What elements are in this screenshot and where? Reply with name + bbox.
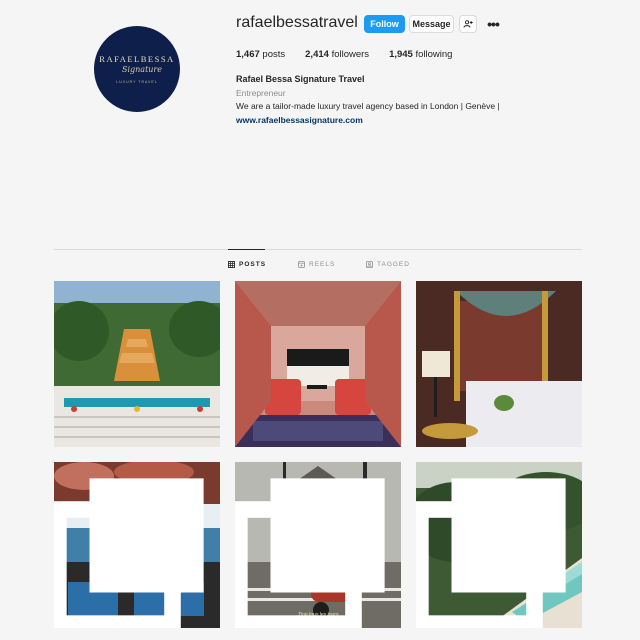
more-options-icon[interactable]: ••• — [484, 15, 502, 33]
profile-avatar[interactable]: RAFAELBESSA Signature LUXURY TRAVEL — [94, 26, 180, 112]
posts-count: 1,467 — [236, 49, 260, 60]
reels-icon — [298, 261, 305, 268]
profile-tabs: POSTS REELS TAGGED — [0, 261, 640, 273]
post-image — [416, 281, 582, 447]
avatar-sub-text: LUXURY TRAVEL — [116, 80, 158, 84]
post-image — [54, 281, 220, 447]
tab-posts-label: POSTS — [239, 261, 267, 268]
following-count: 1,945 — [389, 49, 413, 60]
avatar-signature-text: Signature — [121, 65, 162, 74]
profile-website-link[interactable]: www.rafaelbessasignature.com — [236, 115, 363, 125]
grid-icon — [228, 261, 235, 268]
suggested-accounts-button[interactable] — [459, 15, 477, 33]
profile-full-name: Rafael Bessa Signature Travel — [236, 74, 365, 84]
posts-label: posts — [262, 49, 286, 60]
add-person-icon — [463, 20, 473, 28]
tabs-divider — [54, 249, 582, 250]
profile-category: Entrepreneur — [236, 88, 286, 98]
post-tile-seaside-restaurant[interactable] — [54, 462, 220, 628]
carousel-icon — [235, 478, 385, 628]
avatar-brand-text: RAFAELBESSA — [99, 54, 175, 64]
follow-button[interactable]: Follow — [364, 15, 405, 33]
followers-label: followers — [331, 49, 370, 60]
message-button[interactable]: Message — [409, 15, 454, 33]
post-tile-paris-street[interactable]: J'irai tous les jours — [235, 462, 401, 628]
following-stat[interactable]: 1,945 following — [389, 49, 452, 60]
carousel-icon — [416, 478, 566, 628]
active-tab-indicator — [228, 249, 265, 250]
following-label: following — [415, 49, 453, 60]
followers-count: 2,414 — [305, 49, 329, 60]
profile-username: rafaelbessatravel — [236, 14, 358, 31]
tab-posts[interactable]: POSTS — [228, 261, 266, 268]
post-tile-canopy-bedroom[interactable] — [416, 281, 582, 447]
carousel-icon — [54, 478, 204, 628]
post-tile-forest-pool[interactable] — [416, 462, 582, 628]
post-tile-pyramid-pool[interactable] — [54, 281, 220, 447]
post-image — [235, 281, 401, 447]
tab-tagged-label: TAGGED — [377, 261, 410, 268]
profile-stats: 1,467 posts 2,414 followers 1,945 follow… — [236, 49, 472, 60]
posts-stat: 1,467 posts — [236, 49, 285, 60]
post-tile-patterned-room[interactable] — [235, 281, 401, 447]
tab-reels-label: REELS — [309, 261, 336, 268]
tagged-icon — [366, 261, 373, 268]
tab-reels[interactable]: REELS — [298, 261, 335, 268]
followers-stat[interactable]: 2,414 followers — [305, 49, 369, 60]
profile-bio: We are a tailor-made luxury travel agenc… — [236, 101, 500, 111]
tab-tagged[interactable]: TAGGED — [366, 261, 410, 268]
